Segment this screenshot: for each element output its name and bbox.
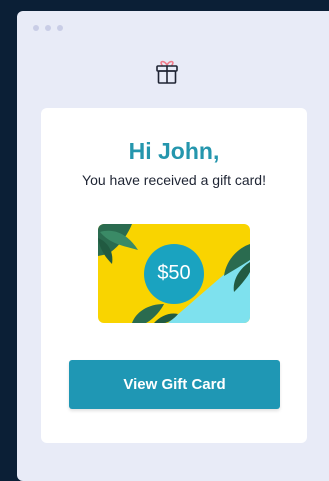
gift-card-image[interactable]: $50 xyxy=(98,224,250,323)
page: { "greeting": "Hi John,", "message": "Yo… xyxy=(0,0,329,481)
window-controls xyxy=(33,25,63,31)
gift-notification-card: Hi John, You have received a gift card! xyxy=(41,108,307,443)
greeting-heading: Hi John, xyxy=(128,138,220,164)
view-gift-card-button[interactable]: View Gift Card xyxy=(69,360,280,409)
window-dot xyxy=(57,25,63,31)
gift-icon xyxy=(155,58,179,86)
window-dot xyxy=(45,25,51,31)
email-window: Hi John, You have received a gift card! xyxy=(17,11,329,481)
window-dot xyxy=(33,25,39,31)
gift-message: You have received a gift card! xyxy=(82,172,266,188)
